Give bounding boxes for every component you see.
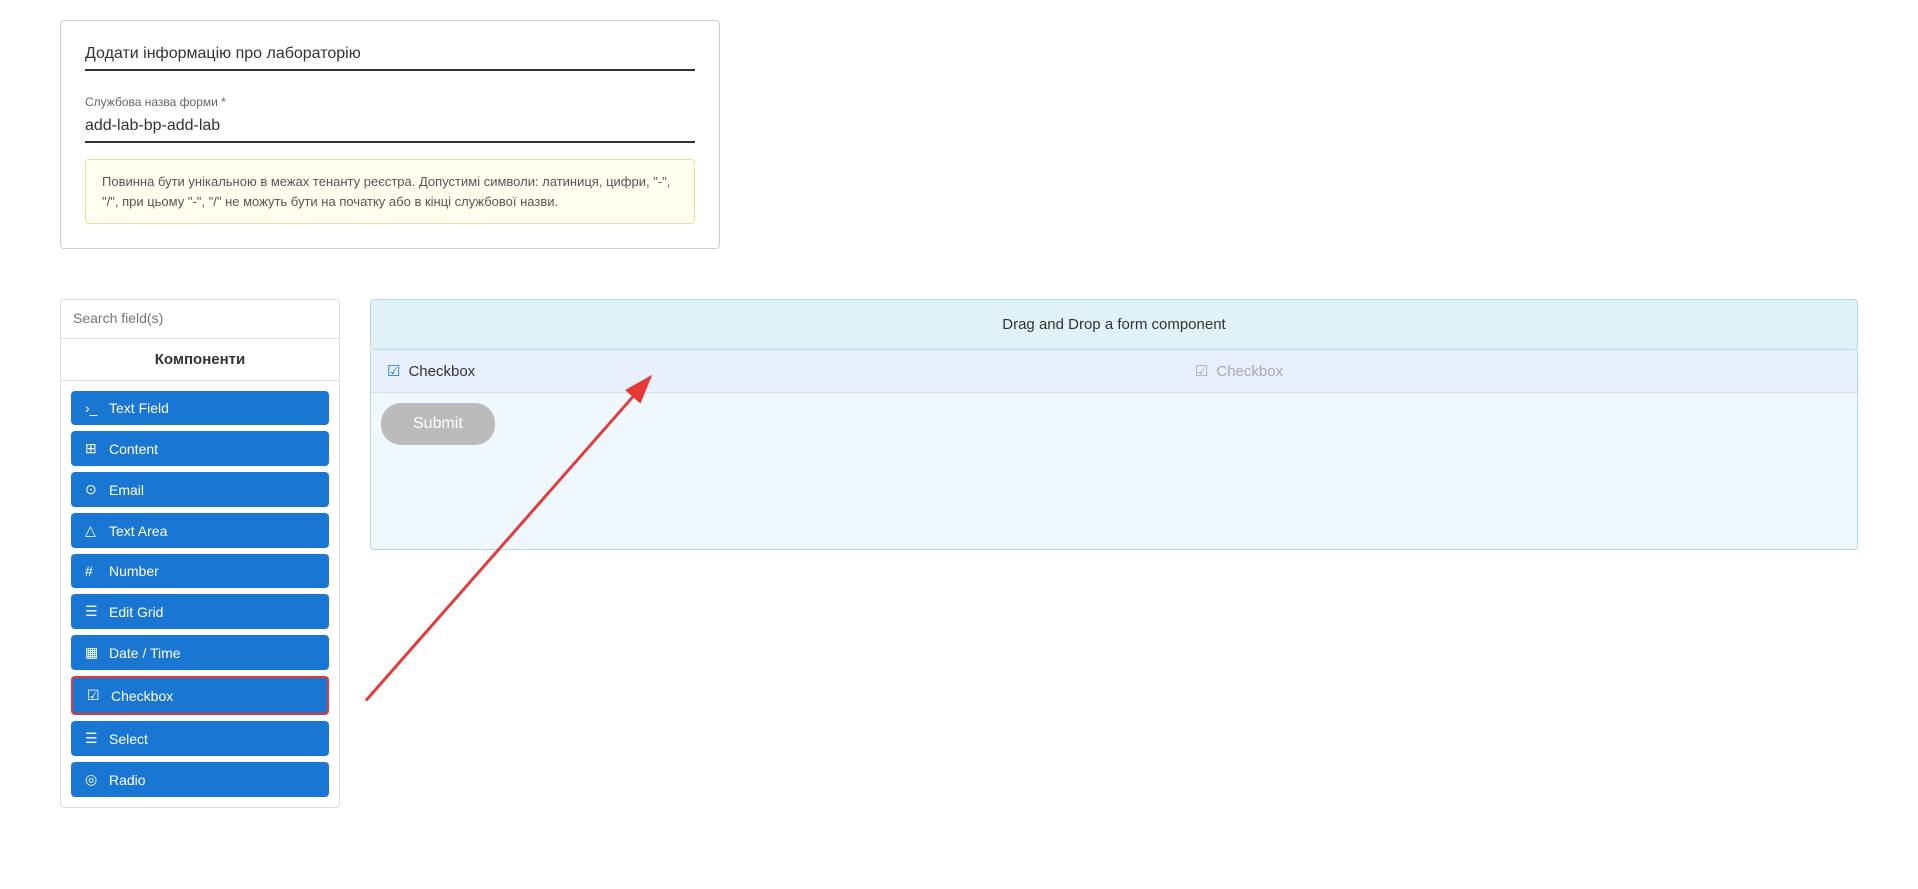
- component-btn-date-time[interactable]: ▦ Date / Time: [71, 635, 329, 670]
- number-icon: #: [85, 563, 101, 579]
- top-form-section: Службова назва форми * Повинна бути унік…: [0, 0, 1918, 279]
- checkbox-preview-label: Checkbox: [1216, 363, 1283, 380]
- radio-label: Radio: [109, 772, 146, 788]
- submit-label: Submit: [413, 415, 463, 432]
- form-title-input[interactable]: [85, 41, 695, 71]
- drop-zone-container: Drag and Drop a form component ☑ Checkbo…: [370, 299, 1858, 808]
- checkbox-label: Checkbox: [111, 688, 173, 704]
- form-preview-area: ☑ Checkbox ☑ Checkbox Submit: [370, 350, 1858, 550]
- hint-box: Повинна бути унікальною в межах тенанту …: [85, 159, 695, 224]
- date-time-label: Date / Time: [109, 645, 181, 661]
- components-list: ›_ Text Field ⊞ Content ⊙ Email △ Text A…: [61, 381, 339, 807]
- checkbox-row: ☑ Checkbox ☑ Checkbox: [371, 350, 1857, 393]
- component-btn-number[interactable]: # Number: [71, 554, 329, 588]
- builder-section: Компоненти ›_ Text Field ⊞ Content ⊙ Ema…: [0, 279, 1918, 828]
- search-field-container: [61, 300, 339, 339]
- search-input[interactable]: [73, 310, 327, 326]
- component-btn-select[interactable]: ☰ Select: [71, 721, 329, 756]
- submit-area: Submit: [371, 393, 1857, 445]
- page-container: Службова назва форми * Повинна бути унік…: [0, 0, 1918, 828]
- edit-grid-icon: ☰: [85, 603, 101, 620]
- checkbox-row-preview: ☑ Checkbox: [637, 362, 1841, 380]
- component-btn-edit-grid[interactable]: ☰ Edit Grid: [71, 594, 329, 629]
- text-area-icon: △: [85, 522, 101, 539]
- component-btn-radio[interactable]: ◎ Radio: [71, 762, 329, 797]
- select-icon: ☰: [85, 730, 101, 747]
- date-time-icon: ▦: [85, 644, 101, 661]
- text-field-label: Text Field: [109, 400, 169, 416]
- number-label: Number: [109, 563, 159, 579]
- drag-drop-text: Drag and Drop a form component: [1002, 316, 1225, 333]
- email-icon: ⊙: [85, 481, 101, 498]
- component-btn-email[interactable]: ⊙ Email: [71, 472, 329, 507]
- components-header: Компоненти: [61, 339, 339, 381]
- text-area-label: Text Area: [109, 523, 167, 539]
- content-label: Content: [109, 441, 158, 457]
- component-btn-text-field[interactable]: ›_ Text Field: [71, 391, 329, 425]
- edit-grid-label: Edit Grid: [109, 604, 163, 620]
- hint-text: Повинна бути унікальною в межах тенанту …: [102, 174, 670, 209]
- checkbox-icon: ☑: [87, 687, 103, 704]
- submit-button[interactable]: Submit: [381, 403, 495, 445]
- component-btn-content[interactable]: ⊞ Content: [71, 431, 329, 466]
- email-label: Email: [109, 482, 144, 498]
- checkbox-row-label: Checkbox: [408, 363, 475, 380]
- component-btn-text-area[interactable]: △ Text Area: [71, 513, 329, 548]
- left-sidebar: Компоненти ›_ Text Field ⊞ Content ⊙ Ema…: [60, 299, 340, 808]
- radio-icon: ◎: [85, 771, 101, 788]
- select-label: Select: [109, 731, 148, 747]
- checkbox-row-left: ☑ Checkbox: [387, 362, 637, 380]
- service-name-input[interactable]: [85, 113, 695, 143]
- checkbox-preview-icon: ☑: [1195, 362, 1208, 380]
- component-btn-checkbox[interactable]: ☑ Checkbox: [71, 676, 329, 715]
- drag-drop-banner: Drag and Drop a form component: [370, 299, 1858, 350]
- text-field-icon: ›_: [85, 400, 101, 416]
- content-icon: ⊞: [85, 440, 101, 457]
- form-card: Службова назва форми * Повинна бути унік…: [60, 20, 720, 249]
- service-name-label: Службова назва форми *: [85, 95, 695, 109]
- checkbox-row-icon: ☑: [387, 362, 400, 380]
